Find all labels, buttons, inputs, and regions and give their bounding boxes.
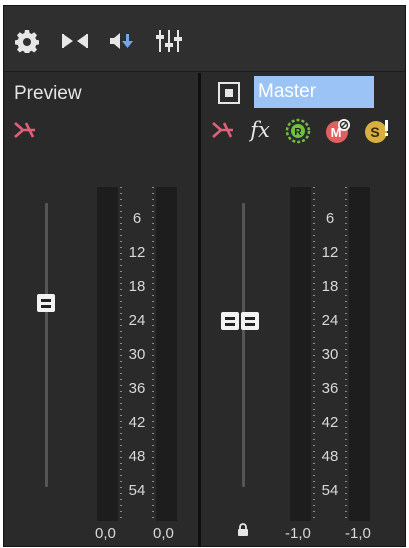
scale-tick: 48 [321,448,339,465]
mixer-sliders-icon [156,30,182,52]
bowtie-icon [62,34,88,48]
master-fader-handle-right[interactable] [241,312,259,330]
master-meter-right [349,187,370,521]
master-solo-button[interactable]: S [363,117,393,145]
scale-tick: 6 [325,210,335,227]
mute-icon: M [326,119,350,143]
scale-tick: 42 [321,414,339,431]
master-fader-handle-left[interactable] [221,312,239,330]
preview-channel-strip: Preview 6 12 18 24 30 36 42 48 54 0,0 0,… [4,73,198,547]
scale-tick: 18 [321,278,339,295]
mixer-window: Preview 6 12 18 24 30 36 42 48 54 0,0 0,… [3,5,406,547]
master-peak-right[interactable]: -1,0 [345,525,371,542]
preview-peak-right[interactable]: 0,0 [153,525,174,542]
master-route-button[interactable] [210,117,236,143]
scale-tick: 24 [128,312,146,329]
master-meter-scale: 6 12 18 24 30 36 42 48 54 [311,187,349,521]
preview-peak-left[interactable]: 0,0 [95,525,116,542]
route-icon [212,122,233,138]
route-icon [14,122,35,138]
preview-meter-right [156,187,177,521]
master-channel-strip: Master fx R M S 6 12 18 24 30 36 42 48 5… [201,73,405,547]
fader-lock-button[interactable] [235,521,251,539]
mixer-sliders-button[interactable] [154,26,184,56]
master-meter-left [290,187,311,521]
lock-icon [238,523,248,536]
record-icon: R [285,118,311,144]
master-record-button[interactable]: R [284,117,312,145]
master-fx-button[interactable]: fx [247,117,273,143]
downmix-icon [110,33,133,49]
preview-label: Preview [14,83,82,104]
svg-text:R: R [294,127,302,138]
scale-tick: 6 [132,210,142,227]
scale-tick: 54 [128,482,146,499]
scale-tick: 24 [321,312,339,329]
preview-route-button[interactable] [12,117,38,143]
master-peak-left[interactable]: -1,0 [285,525,311,542]
preview-fader-track[interactable] [45,203,48,487]
fx-icon: fx [250,118,270,142]
master-fader-track[interactable] [242,203,245,487]
scale-tick: 48 [128,448,146,465]
scale-tick: 36 [128,380,146,397]
scale-tick: 30 [321,346,339,363]
scale-tick: 42 [128,414,146,431]
square-icon [225,89,233,97]
scale-tick: 54 [321,482,339,499]
preview-meter-scale: 6 12 18 24 30 36 42 48 54 [118,187,156,521]
solo-icon: S [365,120,388,143]
master-select-button[interactable] [218,82,240,104]
preview-fader-handle[interactable] [37,294,55,312]
settings-button[interactable] [12,26,42,56]
master-name-field[interactable]: Master [254,76,374,108]
scale-tick: 18 [128,278,146,295]
preview-meter-left [97,187,118,521]
scale-tick: 36 [321,380,339,397]
scale-tick: 12 [128,244,146,261]
gear-icon [15,30,39,53]
scale-tick: 12 [321,244,339,261]
bowtie-button[interactable] [60,26,90,56]
mixer-toolbar [4,6,405,72]
scale-tick: 30 [128,346,146,363]
downmix-button[interactable] [108,26,138,56]
svg-text:S: S [370,124,379,140]
master-mute-button[interactable]: M [324,117,352,145]
